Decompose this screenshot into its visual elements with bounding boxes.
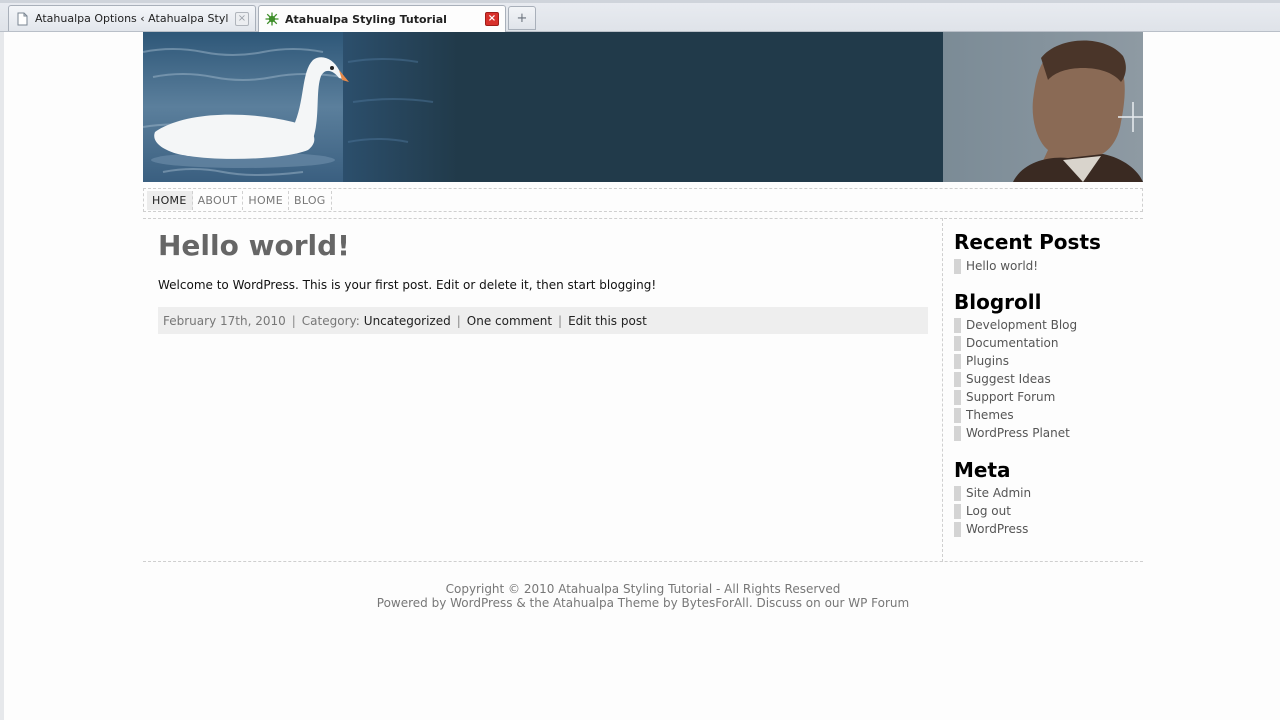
bullet-bar bbox=[954, 353, 961, 369]
nav-item-about[interactable]: ABOUT bbox=[193, 190, 244, 210]
close-tab-icon[interactable]: × bbox=[485, 12, 499, 26]
list-item[interactable]: Hello world! bbox=[954, 257, 1038, 275]
header-banner bbox=[143, 32, 1143, 182]
blogroll-link[interactable]: Documentation bbox=[966, 336, 1059, 350]
comments-link[interactable]: One comment bbox=[467, 314, 552, 328]
tab-atahualpa-styling-tutorial[interactable]: Atahualpa Styling Tutorial × bbox=[258, 5, 506, 32]
browser-tab-bar: Atahualpa Options ‹ Atahualpa Styling ..… bbox=[0, 0, 1280, 32]
category-label: Category: bbox=[301, 313, 360, 328]
post-title[interactable]: Hello world! bbox=[158, 229, 350, 262]
recent-post-link[interactable]: Hello world! bbox=[966, 259, 1038, 273]
edit-post-link[interactable]: Edit this post bbox=[568, 314, 647, 328]
post-body: Welcome to WordPress. This is your first… bbox=[158, 278, 657, 292]
tab-label: Atahualpa Options ‹ Atahualpa Styling ..… bbox=[35, 12, 229, 25]
bullet-bar bbox=[954, 407, 961, 423]
tab-atahualpa-options[interactable]: Atahualpa Options ‹ Atahualpa Styling ..… bbox=[8, 5, 256, 31]
list-item[interactable]: Plugins bbox=[954, 352, 1077, 370]
wordpress-favicon-icon bbox=[265, 12, 279, 26]
bullet-bar bbox=[954, 335, 961, 351]
footer-divider bbox=[143, 561, 1143, 562]
blogroll-link[interactable]: Plugins bbox=[966, 354, 1009, 368]
meta-title: Meta bbox=[954, 458, 1011, 482]
nav-item-home-2[interactable]: HOME bbox=[243, 190, 289, 210]
blogroll-title: Blogroll bbox=[954, 290, 1042, 314]
bullet-bar bbox=[954, 425, 961, 441]
post-date: February 17th, 2010 bbox=[163, 313, 286, 328]
main-nav: HOME ABOUT HOME BLOG bbox=[143, 188, 1143, 212]
content-area: Hello world! Welcome to WordPress. This … bbox=[143, 218, 943, 562]
bullet-bar bbox=[954, 503, 961, 519]
header-image bbox=[143, 32, 1143, 182]
blogroll-link[interactable]: Development Blog bbox=[966, 318, 1077, 332]
blogroll-link[interactable]: Themes bbox=[966, 408, 1014, 422]
page-icon bbox=[17, 12, 28, 25]
powered-by-text[interactable]: Powered by WordPress & the Atahualpa The… bbox=[143, 596, 1143, 610]
category-link[interactable]: Uncategorized bbox=[364, 314, 451, 328]
meta-link[interactable]: Log out bbox=[966, 504, 1011, 518]
nav-item-home[interactable]: HOME bbox=[147, 190, 193, 210]
post-meta-footer: February 17th, 2010 | Category: Uncatego… bbox=[158, 307, 928, 334]
nav-item-blog[interactable]: BLOG bbox=[289, 190, 332, 210]
blogroll-link[interactable]: Suggest Ideas bbox=[966, 372, 1051, 386]
meta-link[interactable]: Site Admin bbox=[966, 486, 1031, 500]
right-sidebar: Recent Posts Hello world! Blogroll Devel… bbox=[944, 218, 1143, 562]
bullet-bar bbox=[954, 521, 961, 537]
bullet-bar bbox=[954, 317, 961, 333]
meta-list: Site Admin Log out WordPress bbox=[954, 484, 1031, 538]
meta-separator: | bbox=[456, 313, 461, 328]
tab-label: Atahualpa Styling Tutorial bbox=[285, 12, 447, 26]
bullet-bar bbox=[954, 258, 961, 274]
meta-link[interactable]: WordPress bbox=[966, 522, 1028, 536]
list-item[interactable]: Site Admin bbox=[954, 484, 1031, 502]
list-item[interactable]: WordPress Planet bbox=[954, 424, 1077, 442]
recent-posts-title: Recent Posts bbox=[954, 230, 1101, 254]
list-item[interactable]: WordPress bbox=[954, 520, 1031, 538]
bullet-bar bbox=[954, 389, 961, 405]
new-tab-button[interactable]: + bbox=[508, 6, 536, 30]
list-item[interactable]: Log out bbox=[954, 502, 1031, 520]
list-item[interactable]: Documentation bbox=[954, 334, 1077, 352]
list-item[interactable]: Suggest Ideas bbox=[954, 370, 1077, 388]
recent-posts-list: Hello world! bbox=[954, 257, 1038, 275]
blogroll-list: Development Blog Documentation Plugins S… bbox=[954, 316, 1077, 442]
meta-separator: | bbox=[558, 313, 563, 328]
water-fade bbox=[343, 32, 458, 182]
bullet-bar bbox=[954, 371, 961, 387]
meta-separator: | bbox=[291, 313, 296, 328]
list-item[interactable]: Support Forum bbox=[954, 388, 1077, 406]
tab-bar-top-edge bbox=[0, 0, 1280, 3]
page-footer: Copyright © 2010 Atahualpa Styling Tutor… bbox=[143, 582, 1143, 610]
blogroll-link[interactable]: Support Forum bbox=[966, 390, 1055, 404]
blogroll-link[interactable]: WordPress Planet bbox=[966, 426, 1070, 440]
bullet-bar bbox=[954, 485, 961, 501]
list-item[interactable]: Development Blog bbox=[954, 316, 1077, 334]
list-item[interactable]: Themes bbox=[954, 406, 1077, 424]
close-tab-icon[interactable]: × bbox=[235, 11, 249, 26]
copyright-text: Copyright © 2010 Atahualpa Styling Tutor… bbox=[445, 582, 841, 596]
page-left-edge bbox=[0, 32, 4, 720]
